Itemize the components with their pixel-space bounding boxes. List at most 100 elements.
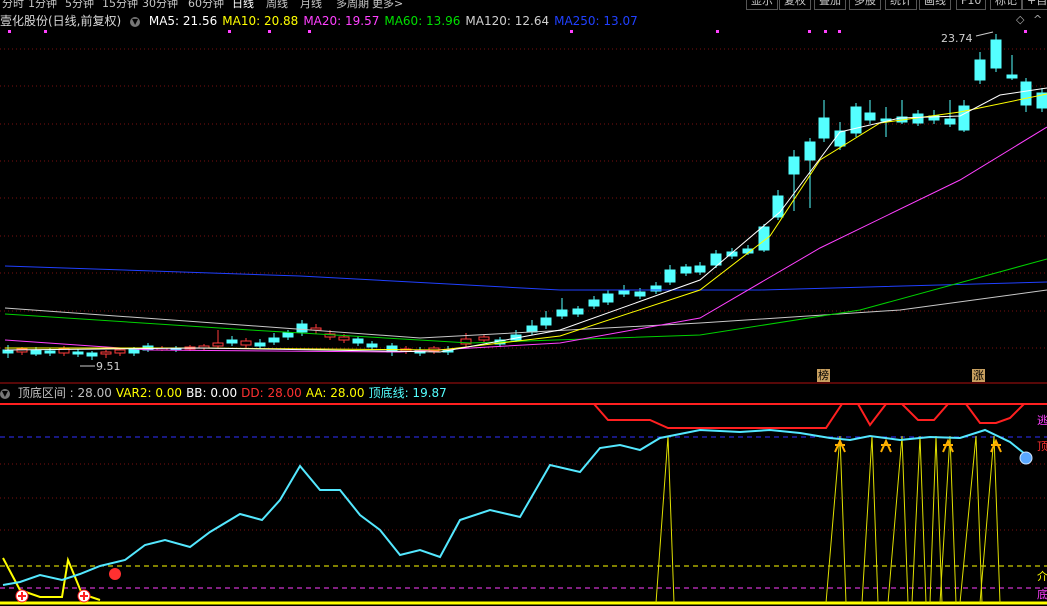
ma-indicator-2: MA20: 19.57 <box>303 14 380 28</box>
candle-body <box>240 340 252 346</box>
toolbar-button-7[interactable]: 标记 <box>990 0 1022 10</box>
spike-line <box>911 435 927 604</box>
chevron-up-icon[interactable]: ^ <box>1033 13 1042 26</box>
candle-body <box>352 338 364 344</box>
toolbar-button-8[interactable]: +自 <box>1022 0 1047 10</box>
toolbar-button-4[interactable]: 统计 <box>885 0 917 10</box>
candle-body <box>1006 74 1018 79</box>
top-bottom-line <box>2 428 1031 586</box>
period-tab-6[interactable]: 日线 <box>232 0 254 10</box>
high-price-label: 23.74 <box>941 32 973 45</box>
signal-dot <box>824 30 827 33</box>
candle-body <box>572 308 584 315</box>
candle-body <box>72 351 84 355</box>
sub-chart-legend: ▼ 顶底区间 : 28.00 VAR2: 0.00 BB: 0.00 DD: 28.0… <box>0 384 455 400</box>
spike-line <box>861 435 879 604</box>
candle-body <box>226 339 238 344</box>
toolbar-button-0[interactable]: 显示 <box>746 0 778 10</box>
toolbar-button-2[interactable]: 叠加 <box>814 0 846 10</box>
candle-body <box>664 269 676 283</box>
candle-body <box>618 289 630 295</box>
ma5-line <box>4 87 1047 353</box>
diamond-icon[interactable]: ◇ <box>1016 13 1024 26</box>
signal-dot <box>838 30 841 33</box>
bottom-mark: 底 <box>1037 588 1047 601</box>
period-tab-4[interactable]: 30分钟 <box>142 0 178 10</box>
signal-dot <box>308 30 311 33</box>
spike-line <box>825 435 847 604</box>
signal-dot <box>808 30 811 33</box>
signal-dot <box>268 30 271 33</box>
candle-body <box>694 265 706 273</box>
sub-indicator-0: 顶底区间 : 28.00 <box>17 386 112 400</box>
toolbar-button-6[interactable]: F10 <box>956 0 987 10</box>
ma120-line <box>4 289 1047 339</box>
red-signal-band <box>593 403 1025 429</box>
candle-body <box>1020 81 1032 106</box>
top-mark: 顶 <box>1037 440 1047 453</box>
ma-indicator-4: MA120: 12.64 <box>465 14 550 28</box>
candle-body <box>974 59 986 81</box>
candle-body <box>282 332 294 338</box>
period-tab-1[interactable]: 1分钟 <box>28 0 57 10</box>
signal-dot <box>44 30 47 33</box>
escape-mark: 逃 <box>1037 414 1047 427</box>
blue-ball-marker <box>1019 451 1033 465</box>
sub-indicator-1: VAR2: 0.00 <box>115 386 183 400</box>
toolbar-button-3[interactable]: 多股 <box>849 0 881 10</box>
candle-body <box>958 105 970 131</box>
period-tab-9[interactable]: 多周期 <box>336 0 369 10</box>
candlestick-chart[interactable] <box>0 28 1047 384</box>
figure-marker <box>880 438 892 453</box>
stock-title[interactable]: 壹化股份(日线,前复权) <box>0 14 121 28</box>
candle-body <box>30 349 42 355</box>
candle-body <box>804 141 816 161</box>
candle-body <box>588 299 600 307</box>
list-badge[interactable]: 榜 <box>817 369 830 382</box>
toolbar-button-5[interactable]: 画线 <box>919 0 951 10</box>
candle-body <box>540 317 552 326</box>
candle-body <box>366 343 378 348</box>
candle-body <box>864 112 876 121</box>
low-price-label: 9.51 <box>96 360 121 373</box>
period-tab-5[interactable]: 60分钟 <box>188 0 224 10</box>
candle-body <box>86 352 98 357</box>
candle-body <box>268 337 280 343</box>
candle-body <box>296 323 308 333</box>
candle-body <box>212 342 224 347</box>
ma10-line <box>5 93 1047 351</box>
indicator-chart[interactable] <box>0 402 1047 606</box>
period-tab-3[interactable]: 15分钟 <box>102 0 138 10</box>
spike-line <box>979 435 1001 604</box>
candle-body <box>788 156 800 175</box>
candle-body <box>556 309 568 317</box>
candle-body <box>990 39 1002 69</box>
toolbar-button-1[interactable]: 复权 <box>779 0 811 10</box>
candle-body <box>44 350 56 354</box>
spike-line <box>929 435 943 604</box>
period-tab-8[interactable]: 月线 <box>300 0 322 10</box>
spike-line <box>887 435 909 604</box>
spike-line <box>959 435 983 604</box>
candle-body <box>602 293 614 303</box>
chevron-down-icon[interactable]: ▼ <box>130 16 141 27</box>
intervene-mark: 介 <box>1037 570 1047 583</box>
sub-indicator-5: 顶底线: 19.87 <box>368 386 447 400</box>
sub-indicator-2: BB: 0.00 <box>186 386 238 400</box>
main-chart-legend: 壹化股份(日线,前复权) ▼ MA5: 21.56 MA10: 20.88 MA20… <box>0 12 648 28</box>
period-tab-7[interactable]: 周线 <box>266 0 288 10</box>
spike-line <box>939 435 957 604</box>
chevron-down-icon[interactable]: ▼ <box>0 388 10 399</box>
ma250-line <box>4 265 1047 291</box>
signal-dot <box>1024 30 1027 33</box>
limit-up-badge[interactable]: 涨 <box>972 369 985 382</box>
candle-body <box>338 336 350 341</box>
candle-body <box>478 336 490 341</box>
period-tab-2[interactable]: 5分钟 <box>65 0 94 10</box>
spike-line <box>655 435 675 604</box>
candle-body <box>680 266 692 274</box>
period-tab-10[interactable]: 更多> <box>372 0 403 10</box>
candle-body <box>818 117 830 139</box>
signal-dot <box>570 30 573 33</box>
period-tab-0[interactable]: 分时 <box>2 0 24 10</box>
